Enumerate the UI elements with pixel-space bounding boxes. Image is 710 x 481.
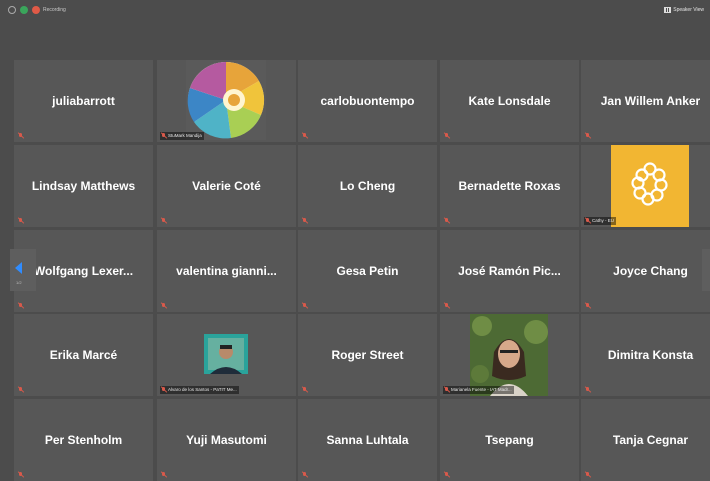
participant-tile[interactable]: Per Stenholm [14,399,153,481]
participant-tile[interactable]: Tsepang [440,399,579,481]
participant-tile[interactable]: carlobuontempo [298,60,437,142]
muted-mic-icon [585,303,590,309]
participant-name: José Ramón Pic... [458,264,561,278]
grid-icon [664,7,672,13]
participant-name: Lo Cheng [339,179,396,193]
participant-name: Per Stenholm [44,433,123,447]
participant-tile[interactable]: Tanja Cegnar [581,399,710,481]
participant-tile[interactable]: Roger Street [298,314,437,396]
participant-name: Tanja Cegnar [612,433,689,447]
participant-tile[interactable]: Bernadette Roxas [440,145,579,227]
participant-name: Gesa Petin [336,264,399,278]
participant-name: valentina gianni... [176,264,277,278]
participant-name: Valerie Coté [192,179,261,193]
participant-camera-video [470,314,548,396]
participant-name: Sanna Luhtala [326,433,409,447]
muted-mic-icon [161,472,166,478]
participant-tile[interactable]: Erika Marcé [14,314,153,396]
muted-mic-icon [302,472,307,478]
participant-tile[interactable]: valentina gianni... [157,230,296,312]
organization-logo-video [186,60,266,140]
participant-name: Dimitra Konsta [607,348,694,362]
muted-mic-icon [585,133,590,139]
muted-mic-icon [161,218,166,224]
info-icon[interactable] [8,6,16,14]
participant-tile[interactable]: Lindsay Matthews [14,145,153,227]
participant-tile[interactable]: StuMark Mandija [157,60,296,142]
shield-icon[interactable] [20,6,28,14]
muted-mic-icon [18,387,23,393]
participant-name: carlobuontempo [320,94,415,108]
participant-tile[interactable]: juliabarrott [14,60,153,142]
record-icon [32,6,40,14]
gallery-grid: juliabarrott StuMark Mandija carlobuontemp… [0,60,710,481]
muted-mic-icon [302,303,307,309]
muted-mic-icon [18,218,23,224]
participant-name: Joyce Chang [613,264,688,278]
participant-tile[interactable]: Dimitra Konsta [581,314,710,396]
muted-mic-icon [302,133,307,139]
participant-name: juliabarrott [52,94,115,108]
speaker-view-button[interactable]: Speaker View [664,5,704,15]
participant-name: Lindsay Matthews [31,179,136,193]
participant-tile[interactable]: Yuji Masutomi [157,399,296,481]
meeting-top-bar: Recording Speaker View [0,0,710,22]
muted-mic-icon [444,133,449,139]
participant-tile[interactable]: Gesa Petin [298,230,437,312]
participant-tile[interactable]: Jan Willem Anker [581,60,710,142]
participant-name: Erika Marcé [49,348,118,362]
participant-name: Yuji Masutomi [186,433,267,447]
participant-tile[interactable]: Kate Lonsdale [440,60,579,142]
next-page-edge[interactable] [702,249,710,291]
muted-mic-icon [18,133,23,139]
muted-mic-icon [444,472,449,478]
participant-tile[interactable]: Sanna Luhtala [298,399,437,481]
muted-mic-icon [161,133,166,139]
participant-name: Jan Willem Anker [600,94,701,108]
muted-mic-icon [585,387,590,393]
participant-name-tag: Marianela Fuente - IAT Madr... [443,386,514,394]
arrow-left-icon [15,262,22,274]
page-indicator: 1/2 [16,280,22,285]
participant-name: Kate Lonsdale [468,94,551,108]
previous-page-button[interactable]: 1/2 [10,249,36,291]
participant-tile[interactable]: Valerie Coté [157,145,296,227]
cathy-eu-logo-video [611,145,689,227]
muted-mic-icon [161,303,166,309]
muted-mic-icon [161,387,166,393]
participant-camera-video [204,334,248,374]
participant-name: Bernadette Roxas [458,179,561,193]
muted-mic-icon [302,218,307,224]
muted-mic-icon [302,387,307,393]
muted-mic-icon [585,218,590,224]
participant-tile[interactable]: Marianela Fuente - IAT Madr... [440,314,579,396]
participant-tile[interactable]: Alvaro de los Santos - PaTIT Me... [157,314,296,396]
participant-tile[interactable]: José Ramón Pic... [440,230,579,312]
muted-mic-icon [444,387,449,393]
muted-mic-icon [444,218,449,224]
participant-name-tag: StuMark Mandija [160,132,204,140]
muted-mic-icon [585,472,590,478]
participant-name: Tsepang [485,433,534,447]
muted-mic-icon [444,303,449,309]
participant-name: Roger Street [331,348,404,362]
recording-label: Recording [43,7,66,13]
participant-tile[interactable]: Lo Cheng [298,145,437,227]
participant-tile[interactable]: Cathy - EU [581,145,710,227]
participant-tile[interactable]: Joyce Chang [581,230,710,312]
muted-mic-icon [18,472,23,478]
speaker-view-label: Speaker View [673,7,704,13]
muted-mic-icon [18,303,23,309]
participant-name-tag: Alvaro de los Santos - PaTIT Me... [160,386,239,394]
